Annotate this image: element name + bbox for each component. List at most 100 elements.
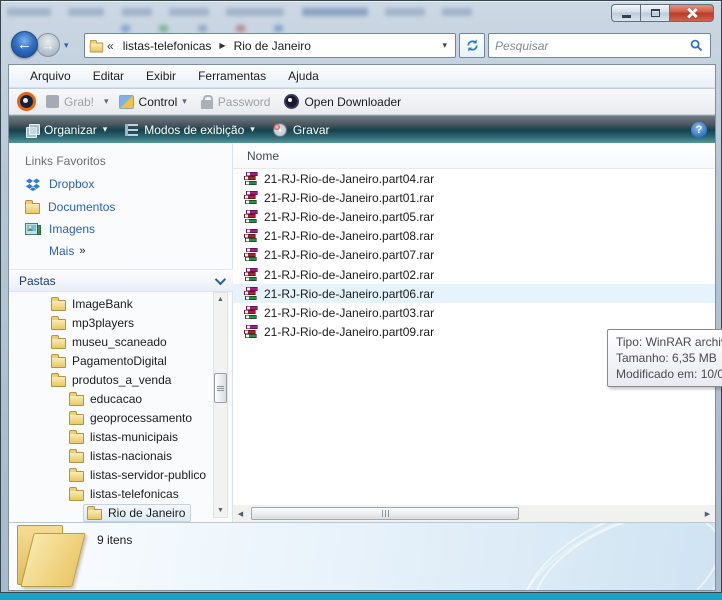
- open-downloader-icon: [284, 94, 299, 109]
- address-dropdown-icon[interactable]: ▾: [438, 40, 451, 51]
- refresh-button[interactable]: [459, 33, 485, 58]
- burn-button[interactable]: Gravar: [264, 120, 339, 140]
- back-button[interactable]: ←: [11, 31, 38, 58]
- menu-bar: Arquivo Editar Exibir Ferramentas Ajuda: [9, 65, 715, 88]
- file-row[interactable]: 21-RJ-Rio-de-Janeiro.part08.rar: [233, 227, 715, 246]
- winrar-icon: [243, 172, 259, 186]
- winrar-icon: [243, 287, 259, 301]
- file-row[interactable]: 21-RJ-Rio-de-Janeiro.part05.rar: [233, 207, 715, 226]
- file-row[interactable]: 21-RJ-Rio-de-Janeiro.part03.rar: [233, 303, 715, 322]
- minimize-button[interactable]: [611, 4, 640, 22]
- file-row-hovered[interactable]: 21-RJ-Rio-de-Janeiro.part06.rar: [233, 284, 715, 303]
- menu-exibir[interactable]: Exibir: [135, 66, 187, 86]
- grab-label: Grab!: [64, 95, 94, 109]
- organize-dropdown-icon: ▾: [103, 124, 108, 135]
- aurora-graphic: [514, 522, 715, 590]
- grab-button[interactable]: Grab!: [42, 95, 98, 109]
- favorite-dropbox[interactable]: Dropbox: [25, 177, 94, 191]
- tree-item-produtos-a-venda[interactable]: produtos_a_venda: [9, 370, 214, 389]
- tree-item-educacao[interactable]: educacao: [9, 389, 214, 408]
- organize-button[interactable]: Organizar ▾: [17, 120, 116, 140]
- folders-band[interactable]: Pastas: [9, 269, 233, 292]
- favorite-documentos-label: Documentos: [48, 200, 115, 214]
- breadcrumb[interactable]: « listas-telefonicas ▶ Rio de Janeiro ▾: [84, 33, 456, 58]
- selected-tree-item[interactable]: Rio de Janeiro: [83, 504, 191, 522]
- password-button[interactable]: Password: [197, 95, 275, 109]
- file-name: 21-RJ-Rio-de-Janeiro.part04.rar: [264, 172, 434, 186]
- favorite-documentos[interactable]: Documentos: [25, 200, 115, 214]
- horizontal-scrollbar[interactable]: ◀ ▶: [233, 505, 715, 522]
- tree-item-mp3players[interactable]: mp3players: [9, 313, 214, 332]
- file-name: 21-RJ-Rio-de-Janeiro.part02.rar: [264, 268, 434, 282]
- file-name: 21-RJ-Rio-de-Janeiro.part08.rar: [264, 229, 434, 243]
- refresh-icon: [465, 38, 480, 53]
- scrollbar-thumb[interactable]: [214, 373, 227, 403]
- tree-vertical-scrollbar[interactable]: ▲ ▼: [213, 292, 228, 518]
- breadcrumb-segment-listas-telefonicas[interactable]: listas-telefonicas: [117, 37, 218, 55]
- control-button[interactable]: Control ▾: [115, 95, 191, 109]
- tree-item-museu-scaneado[interactable]: museu_scaneado: [9, 332, 214, 351]
- scroll-up-arrow[interactable]: ▲: [214, 293, 227, 306]
- views-button[interactable]: Modos de exibição ▾: [116, 120, 264, 140]
- file-row[interactable]: 21-RJ-Rio-de-Janeiro.part02.rar: [233, 265, 715, 284]
- file-info-tooltip: Tipo: WinRAR archive Tamanho: 6,35 MB Mo…: [607, 329, 722, 387]
- more-link[interactable]: Mais »: [49, 244, 84, 258]
- tree-item-geoprocessamento[interactable]: geoprocessamento: [9, 408, 214, 427]
- pictures-icon: [25, 223, 41, 236]
- control-icon: [119, 95, 134, 109]
- menu-arquivo[interactable]: Arquivo: [19, 66, 82, 86]
- tree-item-imagebank[interactable]: ImageBank: [9, 294, 214, 313]
- grab-dropdown-icon[interactable]: ▾: [104, 96, 109, 107]
- tree-item-listas-servidor-publico[interactable]: listas-servidor-publico: [9, 465, 214, 484]
- maximize-button[interactable]: [640, 4, 669, 22]
- address-bar-row: ← → ▾ « listas-telefonicas ▶ Rio de Jane…: [1, 29, 722, 61]
- menu-editar[interactable]: Editar: [82, 66, 135, 86]
- help-button[interactable]: ?: [691, 122, 707, 138]
- file-row[interactable]: 21-RJ-Rio-de-Janeiro.part01.rar: [233, 188, 715, 207]
- burn-label: Gravar: [293, 123, 330, 137]
- title-bar[interactable]: [1, 1, 722, 28]
- file-row[interactable]: 21-RJ-Rio-de-Janeiro.part07.rar: [233, 246, 715, 265]
- file-row[interactable]: 21-RJ-Rio-de-Janeiro.part04.rar: [233, 169, 715, 188]
- orbit-logo-icon[interactable]: [17, 92, 36, 111]
- tree-item-label: listas-municipais: [90, 430, 178, 444]
- scrollbar-thumb[interactable]: [251, 507, 519, 520]
- maximize-icon: [651, 9, 660, 17]
- breadcrumb-overflow-chevron[interactable]: «: [104, 39, 117, 53]
- forward-button[interactable]: →: [36, 33, 60, 57]
- navigation-pane: Links Favoritos Dropbox Documentos: [9, 143, 233, 522]
- control-label: Control: [139, 95, 178, 109]
- organize-icon: [26, 124, 38, 136]
- folder-icon: [69, 395, 84, 406]
- tree-item-rio-de-janeiro[interactable]: Rio de Janeiro: [9, 503, 214, 522]
- scroll-left-arrow[interactable]: ◀: [233, 506, 248, 521]
- folder-icon: [69, 471, 84, 482]
- tree-item-pagamentodigital[interactable]: PagamentoDigital: [9, 351, 214, 370]
- recent-pages-dropdown[interactable]: ▾: [64, 40, 69, 51]
- tree-item-label: mp3players: [72, 316, 134, 330]
- command-bar: Organizar ▾ Modos de exibição ▾ Gravar ?: [9, 115, 715, 143]
- menu-ferramentas[interactable]: Ferramentas: [187, 66, 277, 86]
- chevron-down-icon[interactable]: [215, 273, 226, 284]
- search-input[interactable]: [489, 36, 683, 56]
- menu-ajuda[interactable]: Ajuda: [277, 66, 330, 86]
- tooltip-modified: Modificado em: 10/06: [616, 366, 722, 382]
- scroll-right-arrow[interactable]: ▶: [700, 506, 715, 521]
- window-controls: [611, 4, 714, 22]
- file-name: 21-RJ-Rio-de-Janeiro.part05.rar: [264, 210, 434, 224]
- search-field: [488, 33, 711, 58]
- current-folder-icon: [17, 525, 85, 589]
- folder-icon: [51, 319, 66, 330]
- tree-item-listas-telefonicas[interactable]: listas-telefonicas: [9, 484, 214, 503]
- favorite-imagens[interactable]: Imagens: [25, 222, 95, 236]
- scroll-down-arrow[interactable]: ▼: [214, 504, 227, 517]
- tree-item-listas-nacionais[interactable]: listas-nacionais: [9, 446, 214, 465]
- open-downloader-button[interactable]: Open Downloader: [280, 94, 405, 109]
- breadcrumb-separator-icon[interactable]: ▶: [217, 41, 227, 50]
- search-icon[interactable]: [683, 39, 710, 52]
- column-header-nome[interactable]: Nome: [233, 143, 715, 169]
- breadcrumb-segment-rio-de-janeiro[interactable]: Rio de Janeiro: [228, 37, 317, 55]
- views-icon: [125, 124, 138, 136]
- close-button[interactable]: [669, 4, 714, 22]
- tree-item-listas-municipais[interactable]: listas-municipais: [9, 427, 214, 446]
